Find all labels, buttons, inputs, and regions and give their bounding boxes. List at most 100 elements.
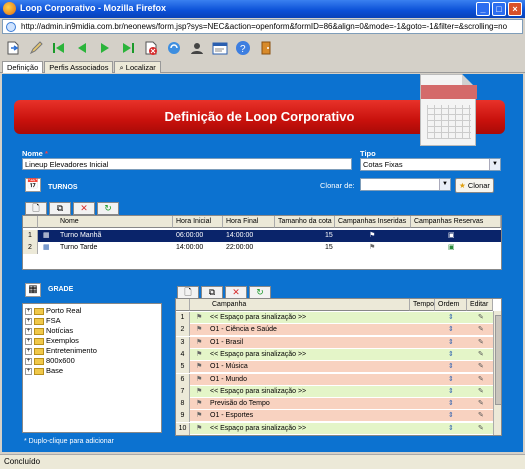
table-row[interactable]: 1 ⚑ << Espaço para sinalização >> ⇕ ✎ [176, 312, 493, 324]
col-tempo[interactable]: Tempo [410, 299, 435, 311]
form-icon[interactable] [211, 39, 229, 57]
col-campanhas-inseridas[interactable]: Campanhas Inseridas [335, 216, 411, 228]
folder-icon [34, 307, 44, 315]
edit-row-icon[interactable]: ✎ [478, 410, 484, 422]
tab-perfis-associados[interactable]: Perfis Associados [44, 61, 114, 73]
tree-item[interactable]: + Notícias [25, 326, 73, 336]
campanha-icon: ⚑ [196, 400, 203, 408]
previous-icon[interactable] [73, 39, 91, 57]
table-row[interactable]: 2 ⚑ O1 - Ciência e Saúde ⇕ ✎ [176, 324, 493, 337]
scrollbar-thumb[interactable] [495, 315, 501, 405]
clonar-select[interactable]: ▼ [360, 178, 451, 191]
edit-icon[interactable] [27, 39, 45, 57]
user-icon[interactable] [188, 39, 206, 57]
tree-item[interactable]: + Exemplos [25, 336, 79, 346]
row-icon: ▦ [43, 232, 50, 239]
table-row[interactable]: 3 ⚑ O1 - Brasil ⇕ ✎ [176, 336, 493, 349]
folder-tree: + Porto Real + FSA + Notícias + Exemplos + En… [22, 303, 162, 433]
table-row[interactable]: 2 ▦ Turno Tarde 14:00:00 22:00:00 15 ⚑ ▣ [23, 242, 501, 254]
star-icon: ★ [459, 181, 466, 190]
new-icon[interactable] [4, 39, 22, 57]
ordem-arrows-icon[interactable]: ⇕ [448, 410, 454, 422]
tree-item[interactable]: + Base [25, 366, 63, 376]
exit-icon[interactable] [257, 39, 275, 57]
tipo-select[interactable]: Cotas Fixas ▼ [360, 158, 501, 171]
edit-row-icon[interactable]: ✎ [478, 324, 484, 336]
campanha-icon: ⚑ [196, 338, 203, 346]
edit-row-icon[interactable]: ✎ [478, 398, 484, 410]
ordem-arrows-icon[interactable]: ⇕ [448, 337, 454, 349]
ordem-arrows-icon[interactable]: ⇕ [448, 374, 454, 386]
table-row[interactable]: 7 ⚑ << Espaço para sinalização >> ⇕ ✎ [176, 385, 493, 398]
campanha-icon: ⚑ [196, 387, 203, 395]
last-icon[interactable] [119, 39, 137, 57]
col-nome[interactable]: Nome [38, 216, 173, 228]
tree-item[interactable]: + FSA [25, 316, 61, 326]
col-hora-final[interactable]: Hora Final [223, 216, 275, 228]
tab-definicao[interactable]: Definição [2, 61, 44, 73]
minimize-button[interactable]: _ [476, 2, 490, 16]
tree-item[interactable]: + Porto Real [25, 306, 81, 316]
ordem-arrows-icon[interactable]: ⇕ [448, 361, 454, 373]
delete-icon[interactable] [142, 39, 160, 57]
tab-localizar[interactable]: ⌕ Localizar [114, 61, 161, 73]
maximize-button[interactable]: □ [492, 2, 506, 16]
col-editar[interactable]: Editar [467, 299, 493, 311]
clonar-label: Clonar de: [320, 181, 355, 190]
campanha-icon: ⚑ [196, 363, 203, 371]
edit-row-icon[interactable]: ✎ [478, 337, 484, 349]
add-turno-button[interactable]: 🗋 [25, 202, 47, 215]
col-campanhas-reservas[interactable]: Campanhas Reservas [411, 216, 501, 228]
tipo-label: Tipo [360, 149, 376, 158]
refresh-turno-button[interactable]: ↻ [97, 202, 119, 215]
refresh-icon[interactable] [165, 39, 183, 57]
edit-row-icon[interactable]: ✎ [478, 423, 484, 435]
campanhas-reservas-icon[interactable]: ▣ [448, 230, 455, 242]
copy-turno-button[interactable]: ⧉ [49, 202, 71, 215]
nome-input[interactable]: Lineup Elevadores Inicial [22, 158, 352, 170]
delete-turno-button[interactable]: ✕ [73, 202, 95, 215]
next-icon[interactable] [96, 39, 114, 57]
tree-item[interactable]: +800x600 [25, 356, 75, 366]
close-window-button[interactable]: × [508, 2, 522, 16]
tab-bar: Definição Perfis Associados ⌕ Localizar [0, 61, 525, 73]
ordem-arrows-icon[interactable]: ⇕ [448, 312, 454, 324]
campanhas-inseridas-icon[interactable]: ⚑ [369, 242, 375, 254]
edit-row-icon[interactable]: ✎ [478, 374, 484, 386]
table-row[interactable]: 4 ⚑ << Espaço para sinalização >> ⇕ ✎ [176, 348, 493, 361]
edit-row-icon[interactable]: ✎ [478, 312, 484, 324]
folder-icon [34, 347, 44, 355]
table-row[interactable]: 8 ⚑ Previsão do Tempo ⇕ ✎ [176, 398, 493, 411]
turnos-icon: 📅 [25, 178, 41, 192]
ordem-arrows-icon[interactable]: ⇕ [448, 386, 454, 398]
grade-table: Campanha Tempo Ordem Editar 1 ⚑ << Espaço … [175, 298, 502, 436]
col-hora-inicial[interactable]: Hora Inicial [173, 216, 223, 228]
table-row[interactable]: 6 ⚑ O1 - Mundo ⇕ ✎ [176, 373, 493, 386]
campanhas-inseridas-icon[interactable]: ⚑ [369, 230, 375, 242]
col-tamanho-cota[interactable]: Tamanho da cota [275, 216, 335, 228]
turnos-label: TURNOS [48, 184, 78, 191]
table-row[interactable]: 9 ⚑ O1 - Esportes ⇕ ✎ [176, 410, 493, 423]
ordem-arrows-icon[interactable]: ⇕ [448, 349, 454, 361]
edit-row-icon[interactable]: ✎ [478, 349, 484, 361]
table-row[interactable]: 1 ▦ Turno Manhã 06:00:00 14:00:00 15 ⚑ ▣ [23, 230, 501, 242]
grade-scrollbar[interactable] [493, 311, 501, 435]
campanha-icon: ⚑ [196, 424, 203, 432]
ordem-arrows-icon[interactable]: ⇕ [448, 398, 454, 410]
edit-row-icon[interactable]: ✎ [478, 386, 484, 398]
edit-row-icon[interactable]: ✎ [478, 361, 484, 373]
first-icon[interactable] [50, 39, 68, 57]
campanhas-reservas-icon[interactable]: ▣ [448, 242, 455, 254]
tree-item[interactable]: + Entretenimento [25, 346, 97, 356]
col-ordem[interactable]: Ordem [435, 299, 467, 311]
ordem-arrows-icon[interactable]: ⇕ [448, 423, 454, 435]
table-row[interactable]: 10 ⚑ << Espaço para sinalização >> ⇕ ✎ [176, 422, 493, 435]
ordem-arrows-icon[interactable]: ⇕ [448, 324, 454, 336]
address-bar[interactable]: http://admin.in9midia.com.br/neonews/for… [2, 19, 523, 34]
clonar-button[interactable]: ★ Clonar [455, 178, 494, 193]
col-campanha[interactable]: Campanha [190, 299, 410, 311]
app-toolbar: ? [0, 36, 525, 60]
table-row[interactable]: 5 ⚑ O1 - Música ⇕ ✎ [176, 361, 493, 374]
help-icon[interactable]: ? [234, 39, 252, 57]
window-title: Loop Corporativo - Mozilla Firefox [20, 3, 166, 13]
